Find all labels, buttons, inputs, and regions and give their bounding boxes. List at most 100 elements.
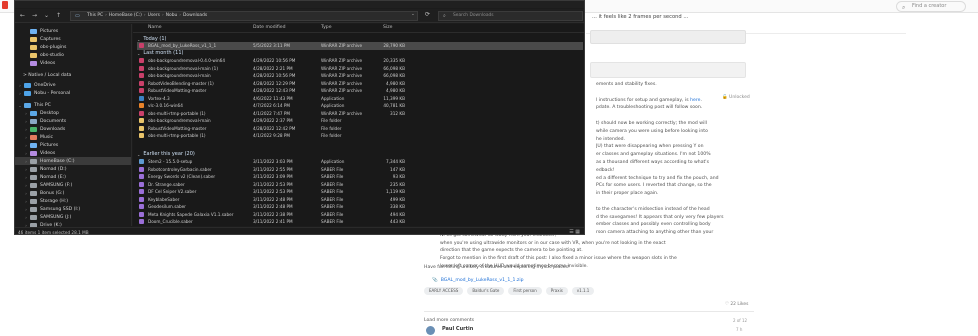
file-row[interactable]: obs-multi-rtmp-portable (1) 4/1/2022 9:28… [137,132,583,140]
sidebar-item[interactable]: › Music [15,133,131,141]
file-row[interactable]: obs-backgroundremoval-main 4/28/2022 10:5… [137,72,583,80]
attachment-link[interactable]: 📎 BGAL_mod_by_LukeRoss_v1_1_1.zip [432,278,524,283]
file-row[interactable]: vlc-3.0.16-win64 4/7/2022 6:14 PM Applicat… [137,102,583,110]
chevron-icon[interactable]: › [23,167,29,172]
file-row[interactable]: obs-backgroundremoval-main 4/29/2022 2:37… [137,117,583,125]
likes-count[interactable]: ♡ 22 Likes [725,302,748,307]
sidebar-item[interactable]: › Downloads [15,125,131,133]
chevron-icon[interactable]: › [23,183,29,188]
file-row[interactable]: BGAL_mod_by_LukeRoss_v1_1_1 5/5/2022 3:11… [137,42,583,50]
file-row[interactable]: RobustVideoMatting-master 4/28/2022 12:43… [137,87,583,95]
chevron-icon[interactable]: › [17,91,23,96]
sidebar-item[interactable]: > Native / Local data [15,71,131,79]
sidebar-item[interactable]: › Nomad (D:) [15,165,131,173]
tag-chip[interactable]: EARLY ACCESS [424,287,464,295]
chevron-icon[interactable]: › [23,135,29,140]
chevron-icon[interactable]: › [23,127,29,132]
sidebar-item[interactable]: › Storage (H:) [15,197,131,205]
column-name[interactable]: Name [148,25,162,30]
breadcrumb-segment[interactable]: HomeBase (C:) [109,13,142,18]
chevron-icon[interactable]: › [23,207,29,212]
sidebar-item[interactable]: Videos [15,59,131,67]
tag-chip[interactable]: Baldur's Gate [467,287,505,295]
chevron-icon[interactable]: › [23,175,29,180]
avatar[interactable] [426,326,435,335]
breadcrumb-segment[interactable]: Users [148,13,160,18]
sidebar-item[interactable]: › Desktop [15,109,131,117]
sidebar-item[interactable]: Pictures [15,27,131,35]
sidebar-item[interactable]: › SAMSUNG (F:) [15,181,131,189]
commenter-name[interactable]: Paul Curtin [442,326,473,332]
chevron-icon[interactable]: › [23,199,29,204]
chevron-icon[interactable]: ⌄ [17,103,23,108]
sidebar-item[interactable]: Captures [15,35,131,43]
sidebar-item[interactable]: › Pictures [15,141,131,149]
tag-chip[interactable]: v1.1.1 [571,287,595,295]
view-toggle-icons[interactable]: ☰ ▦ [569,229,580,234]
file-row[interactable]: KeyblabeSaber 3/11/2022 2:48 PM SABER File… [137,196,583,204]
file-row[interactable]: Vortex-4.3 4/6/2022 11:43 PM Application 11… [137,95,583,103]
up-arrow-icon[interactable]: ↑ [56,12,61,19]
sidebar-item[interactable]: › Videos [15,149,131,157]
file-row[interactable]: Stem2 - 15.5.0-setup 3/11/2022 3:03 PM App… [137,158,583,166]
forward-arrow-icon[interactable]: → [32,12,37,19]
search-icon: ⌕ [902,4,906,11]
tag-chip[interactable]: First person [508,287,542,295]
file-row[interactable]: Dr. Strange.saber 3/11/2022 2:53 PM SABER … [137,181,583,189]
search-downloads-input[interactable]: ⌕ Search Downloads [438,11,583,21]
breadcrumb-segment[interactable]: Nobu [166,13,178,18]
sidebar-item[interactable]: obs-studio [15,51,131,59]
group-header[interactable]: ⌄ Earlier this year (20) [137,150,195,158]
find-creator-search[interactable]: ⌕ Find a creator [896,1,966,12]
sidebar-item[interactable]: › HomeBase (C:) [15,157,131,165]
chevron-down-icon[interactable]: ⌄ [44,12,49,19]
file-row[interactable]: Geodesilum.saber 3/11/2022 2:48 PM SABER F… [137,203,583,211]
chevron-icon[interactable]: › [23,119,29,124]
file-explorer-window[interactable]: ← → ⌄ ↑ ▭ This PC › HomeBase (C:) › Users › No… [14,0,585,235]
column-size[interactable]: Size [383,25,392,30]
file-row[interactable]: Doom_Crucible.saber 3/11/2022 2:41 PM SABE… [137,218,583,226]
comment-input-box[interactable] [590,30,746,44]
file-row[interactable]: Energy Swords v2 (Clean).saber 3/11/2022 … [137,173,583,181]
comment-input-box-2[interactable] [590,62,746,78]
sidebar-item[interactable]: obs-plugins [15,43,131,51]
sidebar-item[interactable]: › Documents [15,117,131,125]
search-placeholder: Search Downloads [453,13,494,18]
address-bar[interactable]: ▭ This PC › HomeBase (C:) › Users › Nobu › Downl… [70,11,418,21]
address-dropdown-icon[interactable]: ⌄ [411,12,415,17]
sidebar-item[interactable]: › Bonus (G:) [15,189,131,197]
group-header[interactable]: ⌄ Last month (11) [137,49,183,57]
back-arrow-icon[interactable]: ← [20,12,25,19]
sidebar-item[interactable]: › Nomad (E:) [15,173,131,181]
chevron-icon[interactable]: › [23,111,29,116]
file-row[interactable]: DF Cel Sniper V2.saber 3/11/2022 2:53 PM S… [137,188,583,196]
instructions-link[interactable]: here [690,98,700,103]
column-date-modified[interactable]: Date modified [253,25,286,30]
breadcrumb-segment[interactable]: Downloads [183,13,207,18]
chevron-icon[interactable]: › [17,83,23,88]
sidebar-item[interactable]: › SAMSUNG (J:) [15,213,131,221]
chevron-icon[interactable]: › [23,159,29,164]
file-row[interactable]: RobotcontroleyGarbacin.saber 3/11/2022 2:… [137,166,583,174]
file-row[interactable]: Meta Knights Sapede Galaxia V1.1.saber 3/… [137,211,583,219]
sidebar-item[interactable]: ⌄ This PC [15,101,131,109]
file-row[interactable]: RobotVideoBlending-master (1) 4/28/2022 1… [137,80,583,88]
chevron-icon[interactable]: › [23,151,29,156]
column-type[interactable]: Type [321,25,332,30]
file-row[interactable]: obs-multi-rtmp-portable (1) 4/1/2022 7:47… [137,110,583,118]
chevron-down-icon: ⌄ [137,151,141,157]
chevron-icon[interactable]: › [23,143,29,148]
file-row[interactable]: obs-backgroundremoval-main (1) 4/28/2022 … [137,65,583,73]
chevron-icon[interactable]: › [23,215,29,220]
breadcrumb-segment[interactable]: This PC [87,13,103,18]
file-size: 147 KB [390,166,405,172]
sidebar-item[interactable]: › Samsung SSD (I:) [15,205,131,213]
refresh-icon[interactable]: ⟳ [425,11,430,18]
tag-chip[interactable]: Praxis [545,287,568,295]
file-row[interactable]: obs-backgroundremoval-0.4.0-win64 4/29/20… [137,57,583,65]
sidebar-item[interactable]: › OneDrive [15,81,131,89]
file-row[interactable]: RobustVideoMatting-master 4/28/2022 12:42… [137,125,583,133]
chevron-icon[interactable]: › [23,191,29,196]
sidebar-item[interactable]: › Nobu - Personal [15,89,131,97]
load-more-comments[interactable]: Load more comments [424,318,474,323]
